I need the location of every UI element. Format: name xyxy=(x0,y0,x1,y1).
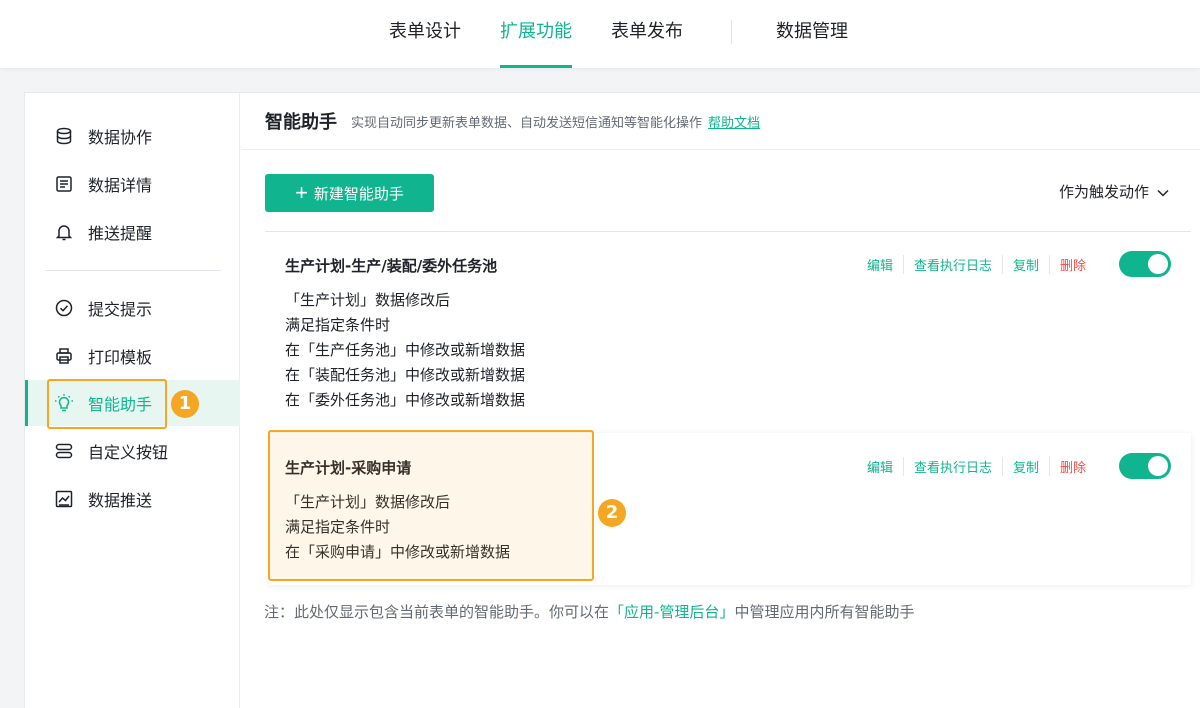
view-log-button[interactable]: 查看执行日志 xyxy=(902,255,1002,274)
sidebar-item-print-template[interactable]: 打印模板 xyxy=(25,333,240,379)
sidebar-item-custom-button[interactable]: 自定义按钮 xyxy=(25,428,240,474)
sidebar-item-label: 自定义按钮 xyxy=(88,443,169,462)
annotation-badge-1: 1 xyxy=(171,390,199,418)
bell-icon xyxy=(53,221,75,243)
top-nav: 表单设计 扩展功能 表单发布 数据管理 xyxy=(0,0,1200,68)
printer-icon xyxy=(53,345,75,367)
lightbulb-icon xyxy=(53,392,75,414)
sidebar-item-label: 提交提示 xyxy=(88,300,153,319)
new-assistant-button[interactable]: + 新建智能助手 xyxy=(265,174,434,212)
assistant-line: 在「采购申请」中修改或新增数据 xyxy=(285,543,511,561)
sidebar-item-label: 推送提醒 xyxy=(88,224,153,243)
annotation-badge-2: 2 xyxy=(598,499,626,527)
assistant-description: 「生产计划」数据修改后 满足指定条件时 在「采购申请」中修改或新增数据 xyxy=(285,490,510,565)
admin-console-link[interactable]: 「应用-管理后台」 xyxy=(609,603,734,621)
sidebar-item-data-push[interactable]: 数据推送 xyxy=(25,476,240,522)
buttons-icon xyxy=(53,440,75,462)
copy-button[interactable]: 复制 xyxy=(1001,255,1049,274)
list-divider xyxy=(265,231,1191,232)
assistant-actions: 编辑 查看执行日志 复制 删除 xyxy=(857,255,1096,274)
sidebar-item-label: 打印模板 xyxy=(88,348,153,367)
sidebar-item-label: 数据推送 xyxy=(88,491,153,510)
check-circle-icon xyxy=(53,297,75,319)
note-prefix: 注：此处仅显示包含当前表单的智能助手。你可以在 xyxy=(264,603,610,621)
copy-button[interactable]: 复制 xyxy=(1001,457,1049,476)
sidebar-item-data-details[interactable]: 数据详情 xyxy=(25,161,240,207)
sidebar-item-push-reminder[interactable]: 推送提醒 xyxy=(25,209,240,255)
enable-toggle[interactable] xyxy=(1119,453,1171,479)
database-icon xyxy=(53,125,75,147)
chart-icon xyxy=(53,488,75,510)
sidebar: 数据协作 数据详情 推送提醒 提交提示 打印模板 智能助手 自定义按钮 数据推送… xyxy=(25,93,240,708)
assistant-line: 「生产计划」数据修改后 xyxy=(285,493,451,511)
enable-toggle[interactable] xyxy=(1119,251,1171,277)
assistant-name: 生产计划-生产/装配/委外任务池 xyxy=(285,257,498,275)
tab-form-design[interactable]: 表单设计 xyxy=(389,0,461,68)
sidebar-divider xyxy=(45,270,221,271)
sidebar-item-label: 智能助手 xyxy=(88,395,153,414)
trigger-filter-dropdown[interactable]: 作为触发动作 xyxy=(1059,181,1169,202)
view-log-button[interactable]: 查看执行日志 xyxy=(902,457,1002,476)
assistant-description: 「生产计划」数据修改后 满足指定条件时 在「生产任务池」中修改或新增数据 在「装… xyxy=(285,288,525,413)
assistant-line: 满足指定条件时 xyxy=(285,518,391,536)
page-title: 智能助手 xyxy=(265,112,337,133)
edit-button[interactable]: 编辑 xyxy=(857,255,903,274)
tab-data-management[interactable]: 数据管理 xyxy=(776,0,848,68)
sidebar-item-label: 数据协作 xyxy=(88,128,153,147)
toggle-knob xyxy=(1148,254,1168,274)
sidebar-item-submit-tip[interactable]: 提交提示 xyxy=(25,285,240,331)
assistant-line: 「生产计划」数据修改后 xyxy=(285,291,451,309)
assistant-line: 在「委外任务池」中修改或新增数据 xyxy=(285,391,526,409)
chevron-down-icon xyxy=(1157,183,1169,201)
assistant-actions: 编辑 查看执行日志 复制 删除 xyxy=(857,457,1096,476)
nav-divider xyxy=(731,20,732,44)
assistant-card: 生产计划-生产/装配/委外任务池 编辑 查看执行日志 复制 删除 「生产计划」数… xyxy=(269,235,1191,425)
trigger-filter-label: 作为触发动作 xyxy=(1059,183,1150,201)
new-assistant-label: 新建智能助手 xyxy=(313,185,404,203)
sidebar-item-smart-assistant[interactable]: 智能助手 xyxy=(25,380,240,426)
delete-button[interactable]: 删除 xyxy=(1048,255,1096,274)
toggle-knob xyxy=(1148,456,1168,476)
assistant-line: 在「生产任务池」中修改或新增数据 xyxy=(285,341,526,359)
assistant-name: 生产计划-采购申请 xyxy=(285,459,412,477)
page-description: 实现自动同步更新表单数据、自动发送短信通知等智能化操作 xyxy=(351,115,703,131)
sidebar-item-data-collaboration[interactable]: 数据协作 xyxy=(25,113,240,159)
note-suffix: 中管理应用内所有智能助手 xyxy=(734,603,915,621)
tab-form-publish[interactable]: 表单发布 xyxy=(611,0,683,68)
edit-button[interactable]: 编辑 xyxy=(857,457,903,476)
document-icon xyxy=(53,173,75,195)
tab-extensions[interactable]: 扩展功能 xyxy=(500,0,572,68)
assistant-line: 在「装配任务池」中修改或新增数据 xyxy=(285,366,526,384)
help-docs-link[interactable]: 帮助文档 xyxy=(708,112,760,131)
plus-icon: + xyxy=(295,180,308,205)
delete-button[interactable]: 删除 xyxy=(1048,457,1096,476)
footer-note: 注：此处仅显示包含当前表单的智能助手。你可以在「应用-管理后台」中管理应用内所有… xyxy=(264,601,914,622)
sidebar-item-label: 数据详情 xyxy=(88,176,153,195)
content-header: 智能助手 实现自动同步更新表单数据、自动发送短信通知等智能化操作 帮助文档 xyxy=(241,93,1200,150)
assistant-line: 满足指定条件时 xyxy=(285,316,391,334)
assistant-card: 生产计划-采购申请 编辑 查看执行日志 复制 删除 「生产计划」数据修改后 满足… xyxy=(269,433,1191,585)
